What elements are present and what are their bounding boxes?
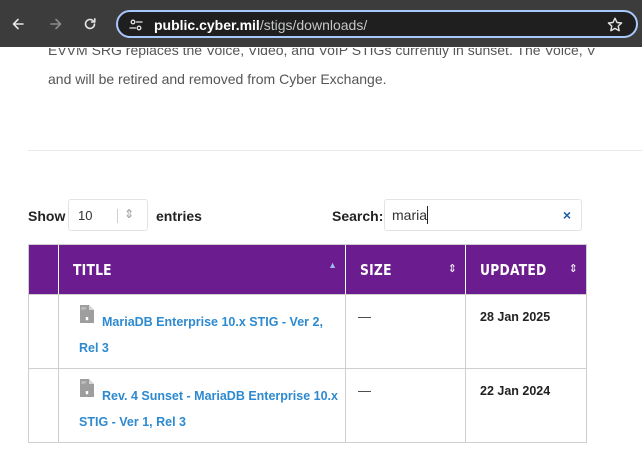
sort-ascending-icon: ▲ [328,260,337,270]
entries-label: entries [156,208,202,224]
clear-search-icon[interactable]: × [563,207,571,223]
download-link[interactable]: MariaDB Enterprise 10.x STIG - Ver 2, Re… [79,309,341,361]
search-input-value: maria [392,207,428,223]
reload-button[interactable] [80,14,100,34]
show-label: Show [28,208,66,224]
text-caret [427,206,428,224]
row-blank-cell [29,295,59,368]
table-row: ZIP MariaDB Enterprise 10.x STIG - Ver 2… [29,294,586,368]
select-separator [117,209,118,223]
table-header: TITLE ▲ SIZE ⇕ UPDATED ⇕ [29,245,586,294]
url-path: /stigs/downloads/ [259,17,368,33]
updated-cell: 22 Jan 2024 [480,384,551,398]
entries-length-select[interactable]: 10 ⇕ [68,199,148,231]
section-divider [28,150,642,151]
bookmark-star-icon[interactable] [606,16,624,34]
header-blank-cell [29,245,59,294]
updated-cell: 28 Jan 2025 [480,310,551,324]
forward-arrow-icon [50,18,62,30]
url-domain: public.cyber.mil [154,17,260,33]
entries-length-value: 10 [78,208,93,223]
size-cell: — [346,369,466,442]
column-header-title[interactable]: TITLE ▲ [59,245,346,294]
table-row: ZIP Rev. 4 Sunset - MariaDB Enterprise 1… [29,368,586,442]
url-text: public.cyber.mil/stigs/downloads/ [154,17,367,33]
row-blank-cell [29,369,59,442]
forward-button[interactable] [46,14,66,34]
back-button[interactable] [8,14,28,34]
title-cell: ZIP MariaDB Enterprise 10.x STIG - Ver 2… [59,295,346,368]
column-header-size[interactable]: SIZE ⇕ [346,245,466,294]
sort-icon: ⇕ [447,263,457,275]
sort-icon: ⇕ [568,263,578,275]
reload-icon [84,18,96,30]
stig-downloads-table: TITLE ▲ SIZE ⇕ UPDATED ⇕ ZIP MariaDB Ent… [28,244,587,443]
search-input[interactable]: maria × [384,199,582,231]
back-arrow-icon [12,18,24,30]
partial-paragraph-line: EVVM SRG replaces the Voice, Video, and … [48,48,596,58]
title-cell: ZIP Rev. 4 Sunset - MariaDB Enterprise 1… [59,369,346,442]
address-bar[interactable]: public.cyber.mil/stigs/downloads/ [116,10,638,38]
browser-toolbar: public.cyber.mil/stigs/downloads/ [0,0,642,47]
download-link[interactable]: Rev. 4 Sunset - MariaDB Enterprise 10.x … [79,383,341,435]
select-updown-icon: ⇕ [124,207,135,221]
column-header-updated[interactable]: UPDATED ⇕ [466,245,586,294]
paragraph-text: and will be retired and removed from Cyb… [48,71,387,87]
search-label: Search: [332,208,384,224]
site-info-icon[interactable] [128,17,144,33]
size-cell: — [346,295,466,368]
